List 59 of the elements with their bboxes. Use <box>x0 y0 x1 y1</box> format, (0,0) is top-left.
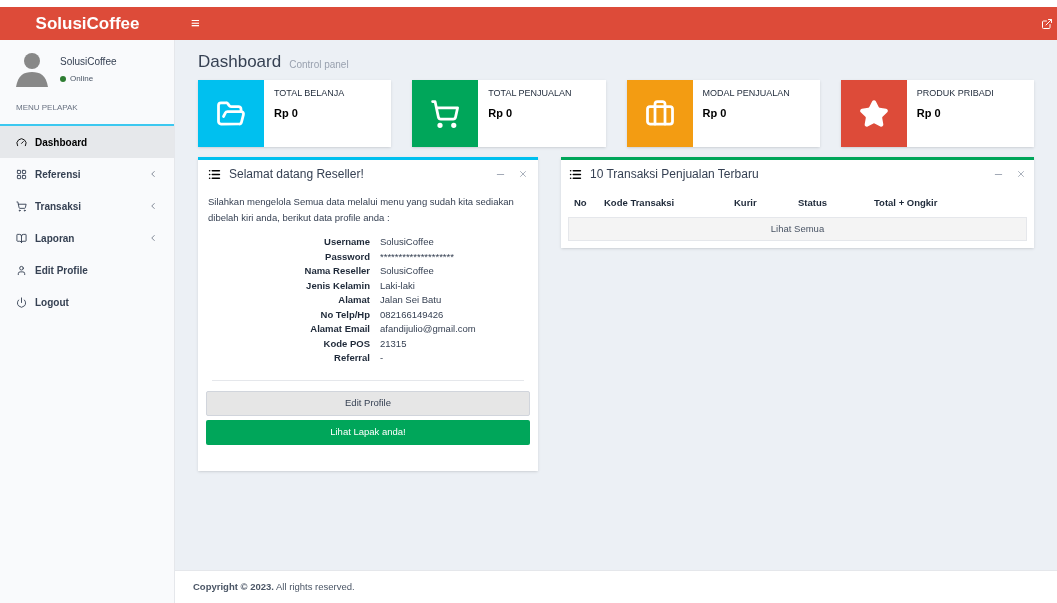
column-header: Total + Ongkir <box>873 195 939 210</box>
page-subtitle: Control panel <box>289 58 349 72</box>
external-link-icon[interactable] <box>1041 17 1053 30</box>
book-icon <box>16 232 27 244</box>
page-title: Dashboard <box>198 50 282 73</box>
field-label: No Telp/Hp <box>319 307 370 322</box>
view-all-button[interactable]: Lihat Semua <box>568 217 1027 242</box>
cart-icon <box>16 200 27 212</box>
list-icon <box>569 167 582 181</box>
field-value: Jalan Sei Batu <box>380 293 443 307</box>
field-label: Alamat <box>337 293 370 307</box>
close-icon[interactable] <box>518 169 528 179</box>
field-value: SolusiCoffee <box>380 264 435 278</box>
info-value: Rp 0 <box>916 105 942 121</box>
field-label: Username <box>323 235 370 249</box>
panel-title: Selamat datang Reseller! <box>229 166 364 183</box>
column-header: No <box>573 195 588 210</box>
field-label: Referral <box>333 351 370 365</box>
close-icon[interactable] <box>1016 169 1026 179</box>
field-value: 082166149426 <box>380 307 445 322</box>
info-label: TOTAL BELANJA <box>274 87 345 100</box>
field-value: Laki-laki <box>380 278 416 293</box>
info-label: MODAL PENJUALAN <box>702 87 790 100</box>
field-label: Password <box>324 249 370 264</box>
field-value: afandijulio@gmail.com <box>380 322 477 336</box>
info-value: Rp 0 <box>488 105 514 121</box>
info-value: Rp 0 <box>702 105 728 121</box>
user-icon <box>16 264 27 276</box>
field-label: Alamat Email <box>309 322 370 336</box>
field-label: Jenis Kelamin <box>305 278 370 293</box>
field-value: - <box>380 351 385 365</box>
menu-toggle[interactable]: ≡ <box>187 7 204 40</box>
footer-text: Copyright © 2023. All rights reserved. <box>193 579 355 594</box>
info-label: TOTAL PENJUALAN <box>488 87 572 100</box>
star-icon <box>858 98 889 129</box>
field-label: Kode POS <box>322 336 370 351</box>
field-value: SolusiCoffee <box>380 235 435 249</box>
grid-icon <box>16 168 27 180</box>
gauge-icon <box>16 136 27 148</box>
power-icon <box>16 296 27 308</box>
avatar-icon <box>16 51 48 87</box>
column-header: Kurir <box>733 195 758 210</box>
menu-heading: MENU PELAPAK <box>15 102 79 114</box>
column-header: Status <box>797 195 829 210</box>
user-name: SolusiCoffee <box>60 54 117 69</box>
info-value: Rp 0 <box>274 105 299 121</box>
field-label: Nama Reseller <box>303 264 370 278</box>
info-label: PRODUK PRIBADI <box>916 87 994 100</box>
edit-profile-button[interactable]: Edit Profile <box>206 390 530 416</box>
list-icon <box>208 167 221 181</box>
cart-icon <box>430 98 461 129</box>
logo[interactable]: SolusiCoffee <box>0 7 175 40</box>
sidebar-item[interactable]: Dashboard <box>0 126 174 158</box>
field-value: 21315 <box>380 336 408 351</box>
intro-text: Silahkan mengelola Semua data melalui menu yang sudah kita sediakan dibelah kiri anda, berikut data profile anda : <box>207 195 515 225</box>
column-header: Kode Transaksi <box>603 195 676 210</box>
user-status: Online <box>70 72 94 85</box>
panel-title: 10 Transaksi Penjualan Terbaru <box>590 166 759 183</box>
field-value: ******************** <box>380 249 455 264</box>
